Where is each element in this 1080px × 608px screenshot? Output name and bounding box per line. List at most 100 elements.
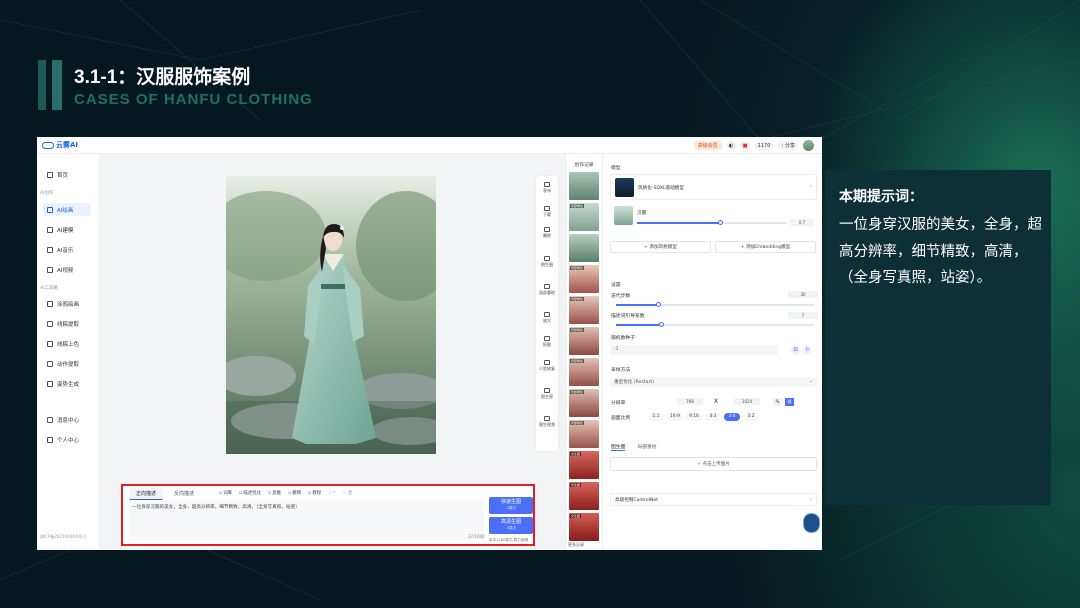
gift-icon[interactable]: ■ [740,141,750,150]
ratio-option[interactable]: 4:3 [705,413,721,421]
tool-tutorial[interactable]: 教程 [308,490,321,496]
dice-icon[interactable]: ⚄ [791,346,800,355]
sidebar-item-line-extract[interactable]: 线稿提取 [43,317,83,330]
sidebar-item-line-color[interactable]: 线稿上色 [43,337,83,350]
tool-cutout[interactable]: 抠图 [536,336,558,348]
history-thumb[interactable]: 局部重绘 [569,420,599,448]
slide-subtitle: CASES OF HANFU CLOTHING [74,91,313,108]
tab-positive-prompt[interactable]: 正向描述 [129,488,164,500]
tool-reverse[interactable]: 反推 [268,490,281,496]
points-badge[interactable]: 1170 [754,141,774,150]
history-title: 创作记录 [574,163,594,168]
tool-label: 图生视频 [539,422,555,427]
sidebar-item-home[interactable]: 首页 [43,168,72,181]
sidebar-item-ai-video[interactable]: AI视频 [43,263,77,276]
tool-face-fix[interactable]: 人脸修复 [536,360,558,372]
chevron-right-icon: › [809,496,812,503]
button-label: 快速生图 [500,499,521,505]
refresh-icon[interactable]: ↻ [803,346,812,355]
link-icon[interactable]: ⛓ [785,398,794,406]
generated-image[interactable] [226,176,436,454]
history-thumb[interactable] [569,172,599,200]
cfg-slider[interactable] [616,322,814,327]
tool-img2video[interactable]: 图生视频 [536,416,558,428]
sidebar-item-messages[interactable]: 消息中心 [43,413,83,426]
sidebar-item-ai-music[interactable]: AI音乐 [43,243,77,256]
resolution-height[interactable]: 1024 [734,398,760,405]
sidebar-item-label: 动作提取 [57,361,80,368]
history-thumb[interactable]: 文生图 [569,513,599,541]
history-thumb[interactable]: 局部重绘 [569,389,599,417]
trash-icon[interactable]: 🗑 [343,491,353,496]
add-style-model-button[interactable]: + 添加风格模型 [610,241,711,253]
history-thumb[interactable]: 局部重绘 [569,358,599,386]
prompt-textarea[interactable]: 一位身穿汉服的美女，全身，超高分辨率，细节精致，高清，（全身写真照，站姿） [129,500,484,540]
steps-slider[interactable] [616,302,814,307]
sidebar-item-pose-extract[interactable]: 动作提取 [43,357,83,370]
ratio-option[interactable]: 9:16 [686,413,702,421]
compute-note[interactable]: 本次1180算力,算力说明 [489,538,528,543]
upload-image-button[interactable]: + 点击上传图片 [610,457,817,471]
seed-input[interactable]: -1 [610,345,778,355]
lora-weight-value[interactable]: 0.7 [790,219,814,226]
history-more-link[interactable]: 更多记录 [568,542,584,548]
tool-img2img[interactable]: 图生图 [536,256,558,268]
sidebar-item-profile[interactable]: 个人中心 [43,433,83,446]
tool-publish[interactable]: 发布 [536,182,558,194]
reference-tabs: 图生图 局部重绘 [611,443,657,451]
scissors-icon [544,336,550,341]
history-thumb[interactable]: 局部重绘 [569,296,599,324]
undo-icon[interactable]: ↶ [328,491,336,496]
steps-value[interactable]: 30 [788,291,818,298]
history-thumb[interactable] [569,234,599,262]
resolution-width[interactable]: 768 [677,398,703,405]
tool-word-library[interactable]: 词库 [219,490,232,496]
controlnet-row[interactable]: 高级控制ControlNet › [610,493,817,506]
ratio-option[interactable]: 3:2 [743,413,759,421]
ratio-option-selected[interactable]: 3:4 [724,413,740,421]
brush-icon [47,206,53,213]
history-thumb[interactable]: 文生图 [569,482,599,510]
lora-weight-slider[interactable] [637,220,787,225]
sidebar-item-doodle[interactable]: 涂鸦绘画 [43,297,83,310]
points-value: 1170 [757,142,771,149]
tool-upscale[interactable]: 放大 [536,312,558,324]
fast-generate-button[interactable]: 快速生图 -1算力 [489,497,533,514]
tool-img2vid[interactable]: 图生视 [536,388,558,400]
tool-download[interactable]: 下载 [536,206,558,218]
percent-icon[interactable]: % [773,398,782,406]
tool-inpaint[interactable]: 局部重绘 [536,284,558,296]
cfg-value[interactable]: 7 [788,312,818,319]
title-accent-bar [52,60,62,110]
ratio-option[interactable]: 1:1 [648,413,664,421]
history-thumb[interactable]: 文生图 [569,451,599,479]
share-button[interactable]: ‹ 分享 [778,141,798,150]
sidebar-item-pose-generate[interactable]: 姿势生成 [43,377,83,390]
video-icon [47,266,53,273]
hd-generate-button[interactable]: 高清生图 -3算力 [489,517,533,534]
ai-assistant-icon[interactable] [803,513,820,533]
app-logo[interactable]: 云雾AI [42,140,78,150]
history-thumb[interactable]: 局部重绘 [569,327,599,355]
sampler-label: 采样方法 [611,368,631,373]
add-embedding-button[interactable]: + 添加Embedding模型 [715,241,816,253]
tool-delete[interactable]: 删除 [536,227,558,239]
theme-toggle-icon[interactable]: ◐ [726,141,736,150]
vip-button[interactable]: 高级会员 [693,141,722,150]
tab-partial-redraw[interactable]: 局部重绘 [637,443,656,451]
sidebar-item-ai-modeling[interactable]: AI建模 [43,223,77,236]
sampler-select[interactable]: 重启优化 (Restart) ⌄ [610,377,817,387]
tab-img2img[interactable]: 图生图 [611,443,626,451]
history-thumb[interactable]: 局部重绘 [569,265,599,293]
sidebar-item-ai-painting[interactable]: AI绘画 [43,203,91,216]
history-thumb[interactable]: 局部重绘 [569,203,599,231]
resolution-label: 分辨率 [611,401,626,406]
model-selector[interactable]: 风格化-SDXL基础模型 › [610,174,817,200]
avatar[interactable] [803,140,814,151]
sampler-selected: 重启优化 (Restart) [614,380,654,385]
tool-undo[interactable]: 撤销 [288,490,301,496]
tool-optimize[interactable]: 描述优化 [239,490,261,496]
tab-negative-prompt[interactable]: 反向描述 [167,488,201,500]
prompt-editor: 正向描述 反向描述 词库 描述优化 反推 撤销 教程 ↶ 🗑 一位身穿汉服的美女… [121,484,535,546]
ratio-option[interactable]: 16:9 [667,413,683,421]
